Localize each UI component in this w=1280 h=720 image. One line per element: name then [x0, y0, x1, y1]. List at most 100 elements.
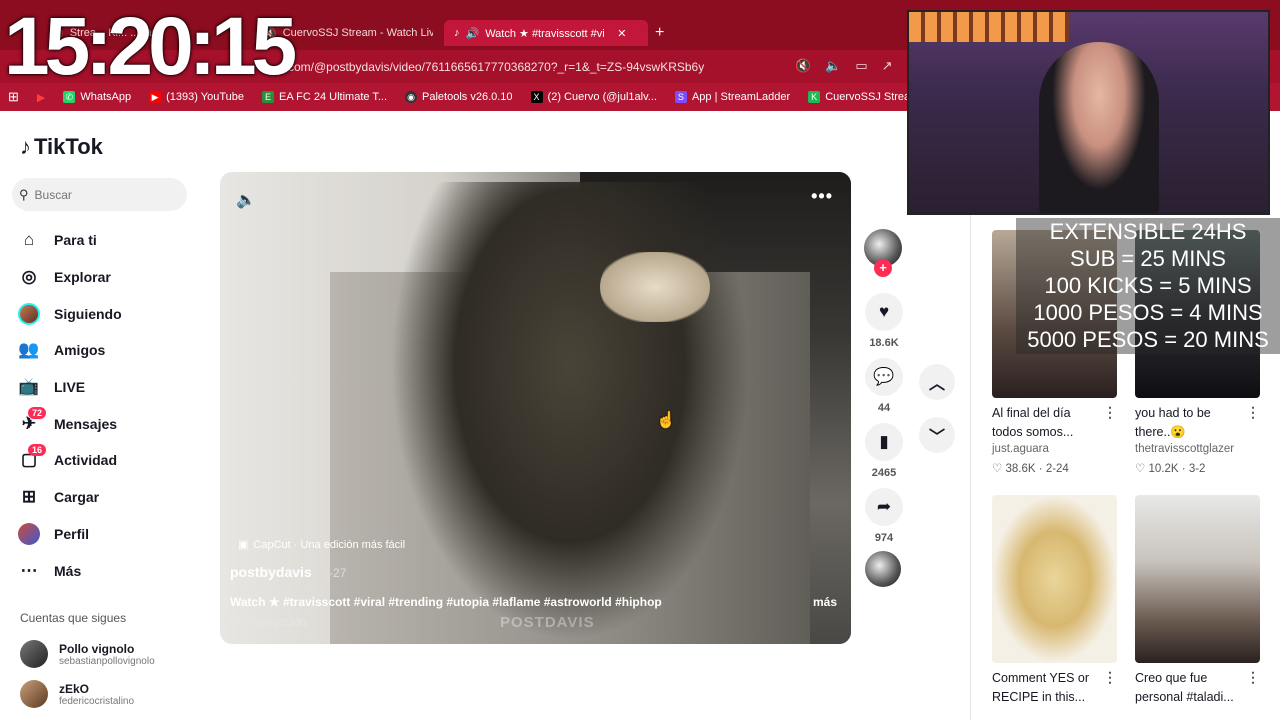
share-icon[interactable]: ↗ — [882, 58, 893, 74]
sound-disc-avatar[interactable] — [865, 551, 901, 587]
heart-outline-icon: ♡ — [1135, 463, 1146, 475]
caption-more-link[interactable]: más — [813, 595, 837, 609]
translate-link[interactable]: Ver traducción — [230, 615, 307, 629]
sidebar-item-siguiendo[interactable]: Siguiendo — [18, 295, 122, 332]
kick-icon: K — [808, 91, 821, 103]
card-stats: ♡ 10.2K · 3-2 — [1135, 463, 1206, 475]
sidebar-item-live[interactable]: 📺 LIVE — [18, 369, 122, 406]
previous-video-button[interactable]: ︿ — [919, 364, 955, 400]
sidebar-item-amigos[interactable]: 👥 Amigos — [18, 332, 122, 369]
bookmark-item[interactable]: X (2) Cuervo (@jul1alv... — [530, 91, 657, 103]
card-likes: 10.2K — [1148, 463, 1179, 475]
notification-badge: 72 — [28, 407, 47, 420]
card-more-icon[interactable]: ⋮ — [1246, 669, 1260, 686]
heart-icon: ♥ — [878, 302, 890, 321]
url-field[interactable]: com/@postbydavis/video/76116656177703682… — [288, 60, 704, 74]
card-username: just.aguara — [992, 443, 1049, 455]
tab-label: CuervoSSJ Stream - Watch Live o — [282, 27, 433, 39]
video-subject — [390, 182, 750, 642]
stream-clock: 15:20:15 — [4, 1, 297, 92]
card-date: 2-24 — [1045, 463, 1069, 475]
action-rail: + ♥ 18.6K 💬 44 ▮ 2465 ➦ 974 — [864, 229, 904, 587]
sidebar-item-actividad[interactable]: ▢ 16 Actividad — [18, 442, 122, 479]
account-name: Pollo vignolo — [59, 641, 135, 656]
mute-site-icon[interactable]: 🔇 — [795, 58, 811, 74]
card-more-icon[interactable]: ⋮ — [1103, 669, 1117, 686]
sidebar-item-label: Perfil — [54, 525, 90, 542]
sidebar-item-label: Amigos — [54, 342, 106, 359]
sidebar-item-mensajes[interactable]: ✈ 72 Mensajes — [18, 405, 122, 442]
card-title: Comment YES or RECIPE in this... — [992, 671, 1090, 704]
browser-tab-active[interactable]: ♪ 🔊 Watch ★ #travisscott #viral # ✕ — [444, 20, 648, 46]
new-tab-icon[interactable]: + — [655, 24, 664, 42]
card-title: you had to be there..😮 — [1135, 406, 1211, 439]
following-avatar — [18, 302, 40, 325]
comment-button[interactable]: 💬 — [865, 358, 903, 396]
chrome-icon: ◉ — [405, 91, 418, 103]
card-more-icon[interactable]: ⋮ — [1246, 404, 1260, 421]
bookmark-item[interactable]: ◉ Paletools v26.0.10 — [405, 91, 513, 103]
like-count: 18.6K — [869, 337, 899, 349]
save-button[interactable]: ▮ — [865, 423, 903, 461]
search-icon: ⚲ — [19, 186, 29, 202]
video-date: · 2-27 — [311, 566, 347, 580]
overlay-line: SUB = 25 MINS — [1070, 246, 1226, 271]
sidebar-item-para-ti[interactable]: ⌂ Para ti — [18, 222, 122, 259]
live-icon: 📺 — [18, 377, 40, 397]
more-options-icon[interactable]: ••• — [811, 186, 833, 207]
video-detail — [600, 252, 710, 322]
following-account[interactable]: Pollo vignolo sebastianpollovignolo — [20, 640, 155, 668]
cast-icon[interactable]: ▭ — [855, 58, 867, 74]
like-button[interactable]: ♥ — [865, 293, 903, 331]
hand-cursor-icon: ☝ — [656, 412, 676, 429]
following-account[interactable]: zEkO federicocristalino — [20, 680, 134, 708]
follow-plus-icon[interactable]: + — [874, 259, 892, 277]
bookmark-item[interactable]: E EA FC 24 Ultimate T... — [262, 91, 387, 103]
sidebar-item-label: Siguiendo — [54, 305, 122, 322]
avatar — [20, 640, 48, 668]
bookmark-label: EA FC 24 Ultimate T... — [279, 91, 388, 103]
avatar — [18, 522, 40, 545]
sidebar-item-label: LIVE — [54, 379, 86, 396]
bookmark-item[interactable]: ✆ WhatsApp — [63, 91, 131, 103]
friends-icon: 👥 — [18, 340, 40, 360]
share-button[interactable]: ➦ — [865, 488, 903, 526]
profile-avatar — [18, 522, 40, 545]
overlay-line: 5000 PESOS = 20 MINS — [1027, 327, 1269, 352]
following-section-title: Cuentas que sigues — [20, 611, 127, 625]
sidebar-item-perfil[interactable]: Perfil — [18, 516, 122, 553]
next-video-button[interactable]: ﹀ — [919, 417, 955, 453]
video-author[interactable]: postbydavis · 2-27 — [230, 564, 346, 580]
bookmark-item[interactable]: S App | StreamLadder — [674, 91, 790, 103]
volume-icon[interactable]: 🔈 — [236, 190, 256, 210]
sidebar-item-cargar[interactable]: ⊞ Cargar — [18, 479, 122, 516]
close-icon[interactable]: ✕ — [617, 27, 626, 40]
sidebar-item-mas[interactable]: ⋯ Más — [18, 552, 122, 589]
bookmark-label: (1393) YouTube — [166, 91, 245, 103]
comment-count: 44 — [877, 402, 891, 414]
search-box[interactable]: ⚲ — [12, 178, 187, 211]
tab-label: Watch ★ #travisscott #viral # — [485, 27, 605, 40]
related-video-card[interactable]: Comment YES or RECIPE in this... ⋮ — [992, 495, 1117, 704]
sidebar-item-label: Cargar — [54, 489, 100, 506]
card-more-icon[interactable]: ⋮ — [1103, 404, 1117, 421]
bookmark-icon[interactable]: ▶ — [37, 91, 45, 104]
search-input[interactable] — [34, 187, 175, 202]
video-caption: Watch ★ #travisscott #viral #trending #u… — [230, 595, 662, 609]
chevron-down-icon: ﹀ — [928, 429, 945, 446]
tiktok-note-icon: ♪ — [20, 134, 31, 159]
tiktok-logo[interactable]: ♪ TikTok — [20, 134, 103, 160]
sidebar-item-explorar[interactable]: ◎ Explorar — [18, 259, 122, 296]
sidebar-item-label: Para ti — [54, 232, 97, 249]
capcut-link[interactable]: ▣ CapCut · Una edición más fácil — [238, 538, 405, 552]
bookmark-item[interactable]: ▶ (1393) YouTube — [149, 91, 244, 103]
video-thumbnail — [992, 495, 1117, 663]
sidebar-nav: ⌂ Para ti ◎ Explorar Siguiendo 👥 Amigos 📺 LI… — [18, 222, 122, 589]
audio-icon[interactable]: 🔈 — [825, 58, 841, 74]
related-video-card[interactable]: Creo que fue personal #taladi... ⋮ — [1135, 495, 1260, 704]
logo-text: TikTok — [34, 134, 103, 159]
card-username: thetravisscottglazer — [1135, 443, 1235, 455]
whatsapp-icon: ✆ — [63, 91, 76, 103]
webcam-background-light — [909, 12, 1069, 42]
video-player[interactable]: 🔈 ••• ▣ CapCut · Una edición más fácil po… — [220, 172, 851, 644]
